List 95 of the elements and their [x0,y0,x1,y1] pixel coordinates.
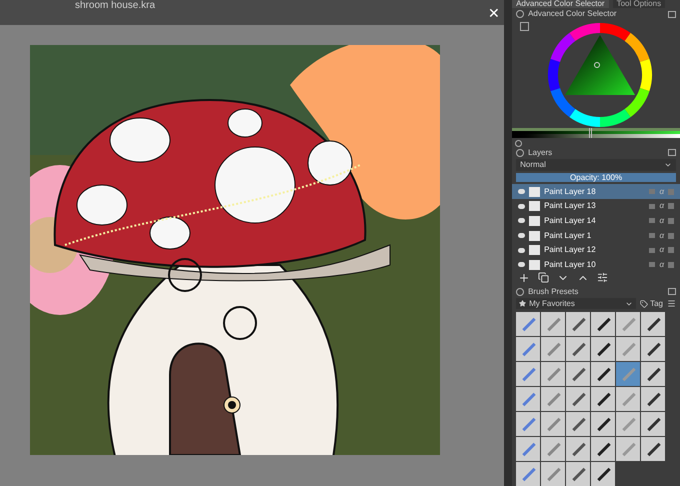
brush-preset-thumbnail[interactable] [566,312,590,336]
layer-thumbnail [529,260,540,270]
eye-icon[interactable] [518,248,526,253]
layer-row[interactable]: Paint Layer 13 α [512,199,680,214]
eye-icon[interactable] [518,262,526,268]
panel-title: Brush Presets [528,286,578,298]
alpha-lock-toggle[interactable]: α [659,258,664,271]
layer-row[interactable]: Paint Layer 18 α [512,184,680,200]
brush-preset-thumbnail[interactable] [566,412,590,436]
layer-name: Paint Layer 1 [544,230,592,242]
layer-row[interactable]: Paint Layer 14 α [512,214,680,228]
layer-thumbnail [529,201,540,212]
brush-preset-thumbnail[interactable] [641,362,666,386]
brush-preset-thumbnail[interactable] [516,462,540,486]
brush-preset-thumbnail[interactable] [541,462,566,486]
brush-preset-thumbnail[interactable] [616,412,640,436]
brush-preset-thumbnail[interactable] [616,362,640,386]
close-button[interactable]: ✕ [488,6,500,20]
panel-title: Advanced Color Selector [528,8,617,20]
brush-preset-thumbnail[interactable] [641,386,666,411]
brush-preset-thumbnail[interactable] [516,412,540,436]
brush-preset-thumbnail[interactable] [616,312,640,336]
color-slider[interactable] [512,131,680,134]
brush-preset-thumbnail[interactable] [591,462,616,486]
layer-name: Paint Layer 14 [544,214,596,227]
alpha-lock-toggle[interactable]: α [659,244,664,256]
star-icon [519,300,526,308]
color-slider[interactable] [512,128,680,132]
brush-preset-thumbnail[interactable] [566,436,590,461]
brush-preset-thumbnail[interactable] [516,362,540,386]
brush-preset-thumbnail[interactable] [641,336,666,361]
add-icon[interactable] [518,272,530,284]
layer-name: Paint Layer 18 [544,186,596,198]
layer-thumbnail [529,230,540,240]
alpha-lock-toggle[interactable]: α [659,214,664,227]
tag-dropdown[interactable]: My Favorites [516,298,636,310]
brush-preset-thumbnail[interactable] [541,312,566,336]
brush-preset-thumbnail[interactable] [591,336,616,361]
tag-button[interactable]: Tag [640,298,663,310]
brush-preset-thumbnail[interactable] [541,386,566,411]
tag-filter-label: My Favorites [529,298,576,310]
properties-icon[interactable] [597,272,608,284]
document-tab-title[interactable]: shroom house.kra [75,0,156,10]
opacity-label: Opacity: 100% [570,172,622,182]
brush-preset-thumbnail[interactable] [591,362,616,386]
brush-preset-thumbnail[interactable] [616,436,640,461]
menu-icon[interactable] [667,299,676,308]
brush-preset-thumbnail[interactable] [591,386,616,411]
brush-preset-thumbnail[interactable] [516,436,540,461]
brush-preset-thumbnail[interactable] [616,336,640,361]
brush-preset-thumbnail[interactable] [566,386,590,411]
brush-preset-thumbnail[interactable] [566,336,590,361]
slider-handle[interactable] [589,134,592,138]
layer-thumbnail [529,216,540,226]
brush-preset-thumbnail[interactable] [641,412,666,436]
layer-name: Paint Layer 12 [544,244,596,256]
brush-preset-thumbnail[interactable] [541,336,566,361]
layer-thumbnail [529,245,540,256]
layer-name: Paint Layer 13 [544,200,596,212]
layer-row[interactable]: Paint Layer 1 α [512,228,680,243]
brush-preset-thumbnail[interactable] [516,386,540,411]
layer-name: Paint Layer 10 [544,258,596,271]
alpha-lock-toggle[interactable]: α [659,200,664,212]
opacity-slider[interactable]: Opacity: 100% [516,172,676,182]
duplicate-icon[interactable] [538,272,550,284]
float-icon[interactable] [668,149,676,156]
brush-preset-thumbnail[interactable] [566,462,590,486]
tag-icon [640,300,648,308]
eye-icon[interactable] [518,189,526,194]
brush-preset-thumbnail[interactable] [516,336,540,361]
layer-row[interactable]: Paint Layer 10 α [512,257,680,272]
brush-preset-thumbnail[interactable] [541,362,566,386]
eye-icon[interactable] [518,218,526,224]
float-icon[interactable] [668,10,676,18]
eye-icon[interactable] [518,204,526,209]
brush-preset-thumbnail[interactable] [641,436,666,461]
float-icon[interactable] [668,288,676,296]
brush-preset-thumbnail[interactable] [541,436,566,461]
dock-tab[interactable]: Advanced Color Selector [512,0,609,8]
brush-preset-thumbnail[interactable] [566,362,590,386]
brush-preset-thumbnail[interactable] [591,312,616,336]
brush-preset-thumbnail[interactable] [616,386,640,411]
brush-preset-thumbnail[interactable] [641,312,666,336]
brush-preset-thumbnail[interactable] [591,412,616,436]
layer-row[interactable]: Paint Layer 12 α [512,242,680,258]
dock-tab[interactable]: Tool Options [612,0,666,8]
alpha-lock-toggle[interactable]: α [659,230,664,242]
brush-preset-thumbnail[interactable] [516,312,540,336]
blend-mode-dropdown[interactable]: Normal [516,158,676,171]
panel-title: Layers [528,146,552,159]
layer-thumbnail [529,186,540,197]
eye-icon[interactable] [518,233,526,238]
brush-preset-thumbnail[interactable] [591,436,616,461]
brush-preset-thumbnail[interactable] [541,412,566,436]
color-slider[interactable] [512,134,680,138]
